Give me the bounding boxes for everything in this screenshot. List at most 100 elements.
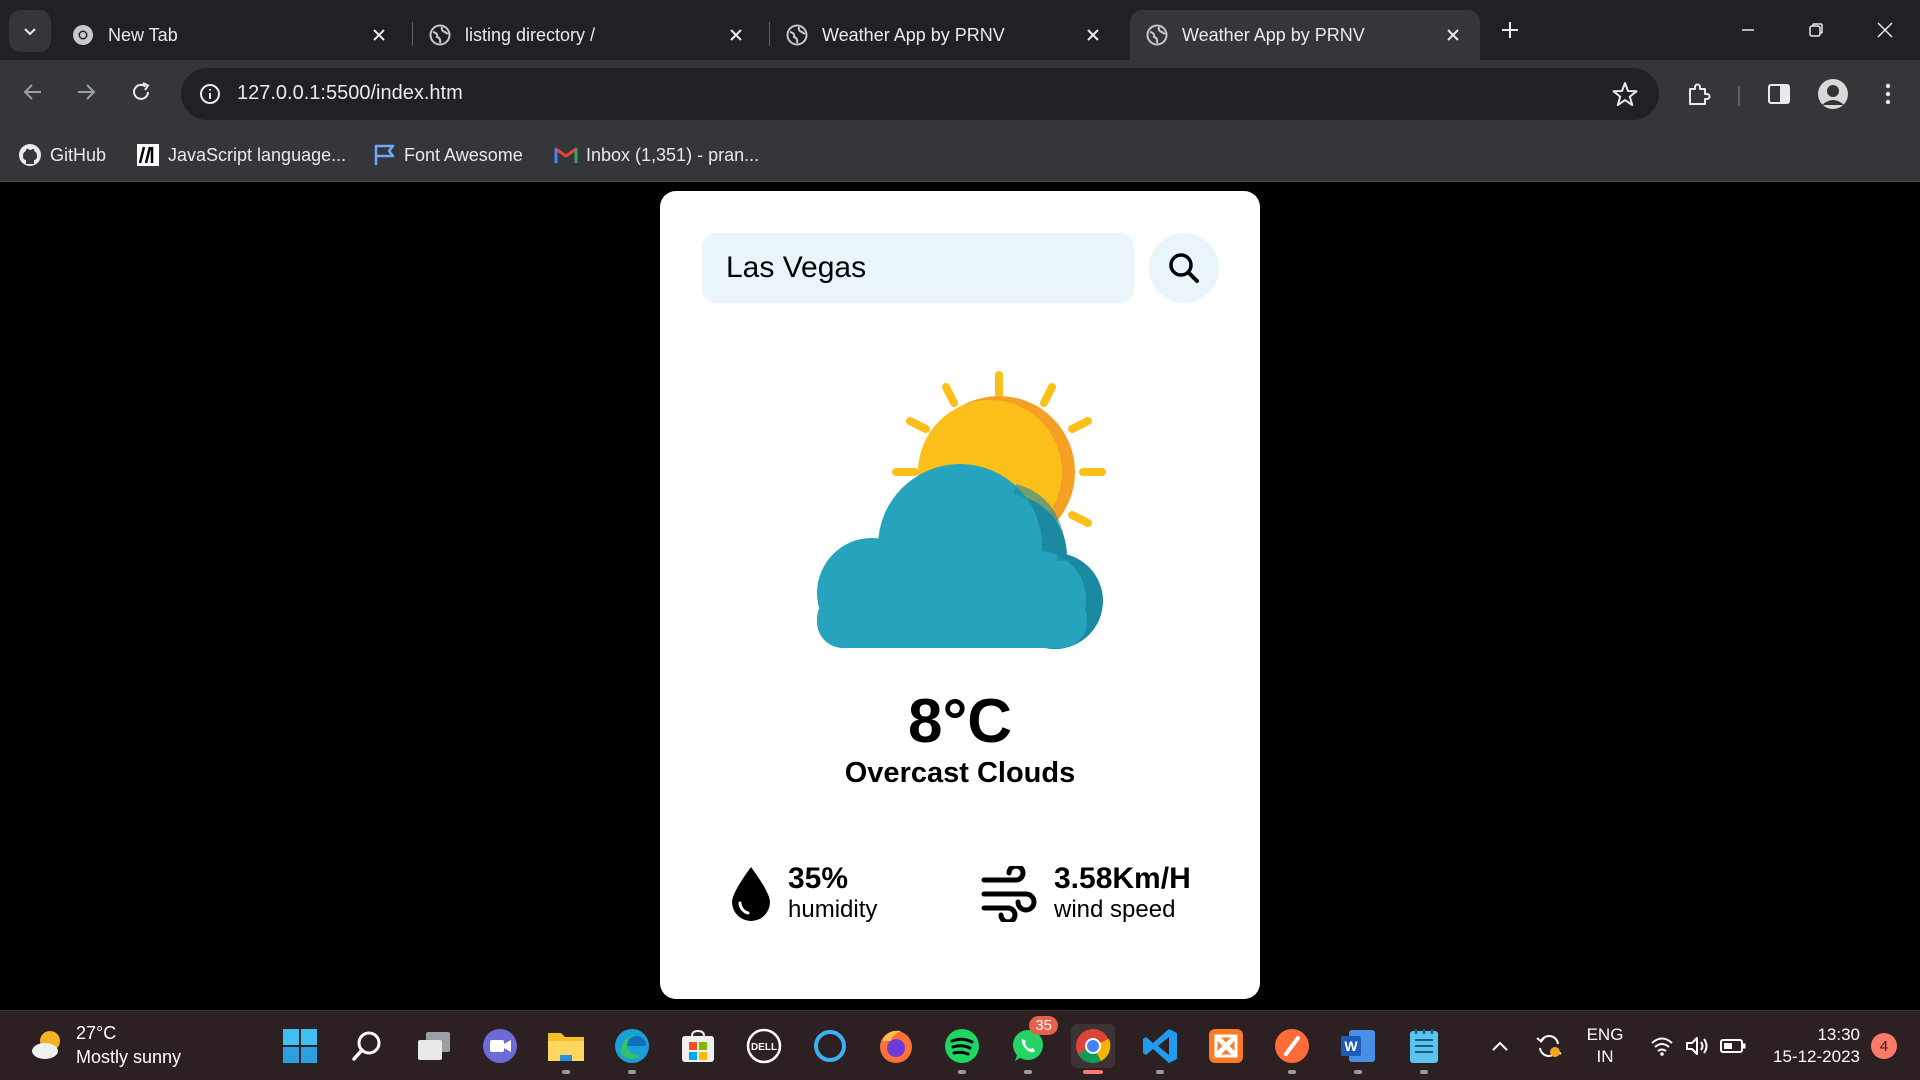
bookmark-gmail[interactable]: Inbox (1,351) - pran...	[554, 140, 759, 170]
tab-title: listing directory /	[465, 24, 596, 45]
task-view-icon	[418, 1032, 450, 1060]
bookmark-github[interactable]: GitHub	[18, 140, 106, 170]
restore-button[interactable]	[1793, 10, 1839, 50]
search-button[interactable]	[1149, 233, 1219, 303]
chevron-up-icon	[1492, 1041, 1508, 1051]
taskbar-dell[interactable]: DELL	[742, 1024, 786, 1068]
bookmark-label: JavaScript language...	[168, 144, 347, 165]
taskbar-weather-desc: Mostly sunny	[76, 1047, 182, 1067]
battery-button[interactable]	[1716, 1011, 1750, 1080]
whatsapp-badge: 35	[1029, 1016, 1058, 1035]
taskbar-search-button[interactable]	[346, 1024, 390, 1068]
tab-search-button[interactable]	[9, 10, 51, 52]
spotify-icon	[945, 1029, 979, 1063]
running-indicator	[1354, 1070, 1362, 1074]
close-window-button[interactable]	[1862, 10, 1908, 50]
running-indicator	[1083, 1070, 1103, 1074]
taskbar-cortana[interactable]	[808, 1024, 852, 1068]
running-indicator	[958, 1070, 966, 1074]
postman-icon	[1275, 1029, 1309, 1063]
bookmark-font-awesome[interactable]: Font Awesome	[372, 140, 523, 170]
taskbar-weather-widget[interactable]: 27°C Mostly sunny	[30, 1021, 181, 1069]
show-hidden-icons-button[interactable]	[1484, 1011, 1516, 1080]
notifications-button[interactable]: 4	[1864, 1011, 1904, 1080]
taskbar-meet-app[interactable]	[478, 1024, 522, 1068]
weather-card: 8°C Overcast Clouds 35% humidity 3.58Km/…	[660, 191, 1260, 999]
taskbar-ms-store[interactable]	[676, 1024, 720, 1068]
tab-title: Weather App by PRNV	[1182, 24, 1365, 45]
cortana-icon	[814, 1030, 846, 1062]
notification-count-badge: 4	[1871, 1033, 1897, 1059]
extensions-button[interactable]	[1679, 74, 1719, 114]
forward-button[interactable]	[66, 72, 106, 112]
taskbar-firefox[interactable]	[874, 1024, 918, 1068]
notepad-icon	[1410, 1029, 1438, 1063]
sync-icon	[1536, 1035, 1562, 1057]
tab-weather-app-active[interactable]: Weather App by PRNV	[1130, 10, 1480, 60]
bookmark-star-icon[interactable]	[1611, 80, 1639, 108]
folder-icon	[548, 1033, 584, 1061]
city-search-input[interactable]	[702, 233, 1134, 303]
puzzle-icon	[1689, 83, 1711, 105]
side-panel-button[interactable]	[1759, 74, 1799, 114]
taskbar-chrome[interactable]	[1071, 1024, 1115, 1074]
firefox-icon	[880, 1030, 912, 1063]
running-indicator	[1024, 1070, 1032, 1074]
site-info-icon[interactable]	[195, 79, 225, 109]
back-button[interactable]	[13, 72, 53, 112]
weather-condition: Overcast Clouds	[844, 757, 1076, 789]
tab-new-tab[interactable]: New Tab	[56, 10, 406, 60]
gmail-icon	[554, 143, 578, 167]
tab-weather-app[interactable]: Weather App by PRNV	[770, 10, 1120, 60]
edge-icon	[615, 1029, 649, 1063]
region-code: IN	[1596, 1047, 1614, 1066]
clock-time: 13:30	[1817, 1025, 1860, 1044]
close-tab-icon[interactable]	[368, 24, 390, 46]
taskbar-file-explorer[interactable]	[544, 1024, 588, 1074]
browser-menu-button[interactable]	[1868, 74, 1908, 114]
profile-avatar[interactable]	[1813, 74, 1853, 114]
github-icon	[18, 143, 42, 167]
reload-button[interactable]	[121, 72, 161, 112]
start-button[interactable]	[278, 1024, 322, 1068]
arrow-left-icon	[23, 84, 41, 100]
windows-taskbar: 27°C Mostly sunny DELL 35 W ENG IN 13:30…	[0, 1010, 1920, 1080]
temperature-value: 8°C	[907, 687, 1013, 756]
minimize-button[interactable]	[1725, 10, 1771, 50]
bookmark-javascript[interactable]: JavaScript language...	[136, 140, 346, 170]
globe-icon	[786, 24, 808, 46]
taskbar-xampp[interactable]	[1204, 1024, 1248, 1068]
volume-button[interactable]	[1680, 1011, 1714, 1080]
close-tab-icon[interactable]	[725, 24, 747, 46]
store-icon	[682, 1029, 714, 1062]
language-code: ENG	[1586, 1025, 1624, 1044]
clock-button[interactable]: 13:30 15-12-2023	[1762, 1011, 1860, 1080]
address-bar[interactable]: 127.0.0.1:5500/index.htm	[181, 68, 1659, 120]
taskbar-spotify[interactable]	[940, 1024, 984, 1074]
side-panel-icon	[1768, 84, 1790, 104]
taskbar-edge[interactable]	[610, 1024, 654, 1074]
taskbar-whatsapp[interactable]: 35	[1006, 1016, 1058, 1074]
humidity-value: 35%	[788, 862, 849, 895]
task-view-button[interactable]	[412, 1024, 456, 1068]
chrome-icon	[1076, 1029, 1111, 1063]
language-indicator[interactable]: ENG IN	[1580, 1011, 1630, 1080]
close-tab-icon[interactable]	[1082, 24, 1104, 46]
taskbar-postman[interactable]	[1270, 1024, 1314, 1074]
tab-listing-directory[interactable]: listing directory /	[413, 10, 763, 60]
sync-tray-button[interactable]	[1530, 1011, 1568, 1080]
close-tab-icon[interactable]	[1442, 24, 1464, 46]
url-text[interactable]: 127.0.0.1:5500/index.htm	[237, 82, 463, 105]
avatar-icon	[1818, 79, 1848, 109]
new-tab-button[interactable]	[1494, 14, 1526, 46]
running-indicator	[1420, 1070, 1428, 1074]
svg-text:W: W	[1344, 1038, 1358, 1054]
running-indicator	[628, 1070, 636, 1074]
tab-title: Weather App by PRNV	[822, 24, 1005, 45]
running-indicator	[1156, 1070, 1164, 1074]
taskbar-word[interactable]: W	[1336, 1024, 1380, 1074]
wind-speed-value: 3.58Km/H	[1054, 862, 1191, 895]
taskbar-vscode[interactable]	[1138, 1024, 1182, 1074]
wifi-status-button[interactable]	[1644, 1011, 1680, 1080]
taskbar-notepad[interactable]	[1402, 1024, 1446, 1074]
